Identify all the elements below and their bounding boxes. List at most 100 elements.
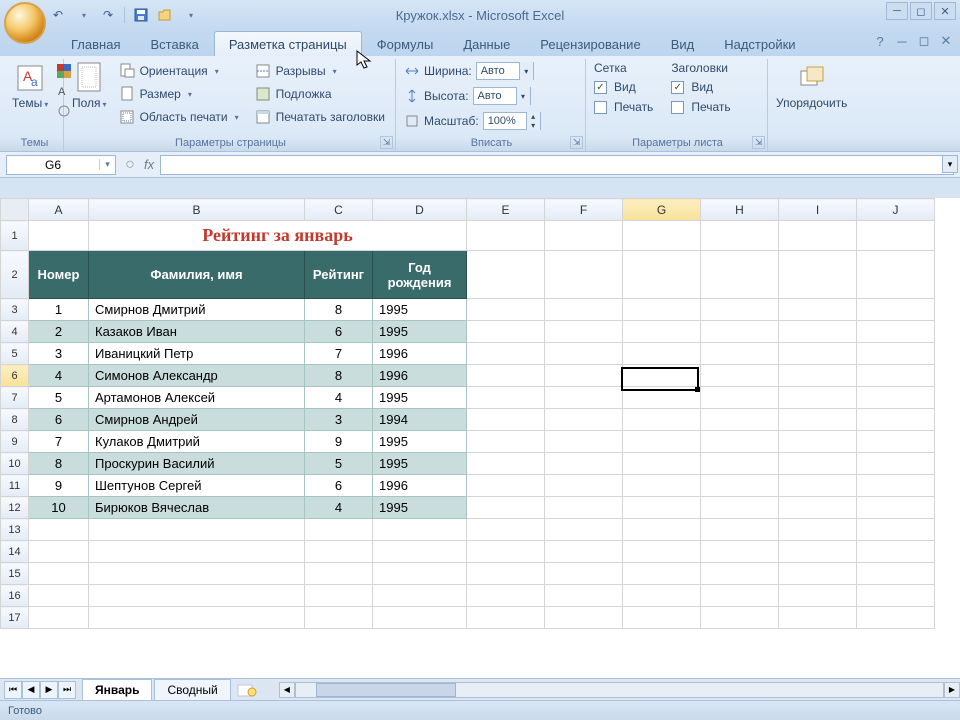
cell-H5[interactable] — [701, 343, 779, 365]
cell-D4[interactable]: 1995 — [373, 321, 467, 343]
cell-G15[interactable] — [623, 563, 701, 585]
cell-F6[interactable] — [545, 365, 623, 387]
cell-E10[interactable] — [467, 453, 545, 475]
cell-D6[interactable]: 1996 — [373, 365, 467, 387]
tab-nav-next[interactable]: ▶ — [40, 681, 58, 699]
cell-E17[interactable] — [467, 607, 545, 629]
cell-C5[interactable]: 7 — [305, 343, 373, 365]
close-button[interactable]: ✕ — [934, 2, 956, 20]
cell-E2[interactable] — [467, 251, 545, 299]
cell-B7[interactable]: Артамонов Алексей — [89, 387, 305, 409]
cell-I1[interactable] — [779, 221, 857, 251]
cell-B12[interactable]: Бирюков Вячеслав — [89, 497, 305, 519]
ribbon-tab-6[interactable]: Вид — [656, 31, 710, 56]
cell-A17[interactable] — [29, 607, 89, 629]
ribbon-tab-0[interactable]: Главная — [56, 31, 135, 56]
doc-close[interactable]: ✕ — [938, 33, 954, 49]
cell-H13[interactable] — [701, 519, 779, 541]
cell-I16[interactable] — [779, 585, 857, 607]
row-header-17[interactable]: 17 — [1, 607, 29, 629]
cell-F3[interactable] — [545, 299, 623, 321]
cell-D17[interactable] — [373, 607, 467, 629]
cell-A7[interactable]: 5 — [29, 387, 89, 409]
cell-G6[interactable] — [623, 365, 701, 387]
cell-A16[interactable] — [29, 585, 89, 607]
cell-C7[interactable]: 4 — [305, 387, 373, 409]
cell-C3[interactable]: 8 — [305, 299, 373, 321]
cell-F13[interactable] — [545, 519, 623, 541]
cell-F5[interactable] — [545, 343, 623, 365]
themes-icon[interactable]: Aa — [13, 61, 47, 95]
breaks-button[interactable]: Разрывы▾ — [251, 61, 341, 81]
margins-button[interactable]: Поля▾ — [72, 96, 107, 110]
headings-view-check[interactable]: ✓Вид — [671, 79, 713, 95]
cell-G5[interactable] — [623, 343, 701, 365]
save-button[interactable] — [131, 5, 151, 25]
col-header-D[interactable]: D — [373, 199, 467, 221]
cell-H4[interactable] — [701, 321, 779, 343]
col-header-E[interactable]: E — [467, 199, 545, 221]
cell-J3[interactable] — [857, 299, 935, 321]
cell-F15[interactable] — [545, 563, 623, 585]
cell-D12[interactable]: 1995 — [373, 497, 467, 519]
cell-C12[interactable]: 4 — [305, 497, 373, 519]
cell-F4[interactable] — [545, 321, 623, 343]
cell-J6[interactable] — [857, 365, 935, 387]
cell-H9[interactable] — [701, 431, 779, 453]
cell-I13[interactable] — [779, 519, 857, 541]
sheet-tab-0[interactable]: Январь — [82, 679, 152, 701]
cell-A9[interactable]: 7 — [29, 431, 89, 453]
cell-B16[interactable] — [89, 585, 305, 607]
cell-D3[interactable]: 1995 — [373, 299, 467, 321]
cell-A15[interactable] — [29, 563, 89, 585]
cell-I14[interactable] — [779, 541, 857, 563]
cell-B4[interactable]: Казаков Иван — [89, 321, 305, 343]
cell-C15[interactable] — [305, 563, 373, 585]
cell-G11[interactable] — [623, 475, 701, 497]
ribbon-tab-2[interactable]: Разметка страницы — [214, 31, 362, 56]
print-area-button[interactable]: Область печати▾ — [115, 107, 243, 127]
cell-E13[interactable] — [467, 519, 545, 541]
headings-print-check[interactable]: Печать — [671, 99, 730, 115]
cell-F7[interactable] — [545, 387, 623, 409]
worksheet-area[interactable]: ABCDEFGHIJ1 Рейтинг за январь2НомерФамил… — [0, 198, 960, 678]
cell-J16[interactable] — [857, 585, 935, 607]
cell-D11[interactable]: 1996 — [373, 475, 467, 497]
cell-J15[interactable] — [857, 563, 935, 585]
cell-H6[interactable] — [701, 365, 779, 387]
cell-D13[interactable] — [373, 519, 467, 541]
cell-H10[interactable] — [701, 453, 779, 475]
cell-B6[interactable]: Симонов Александр — [89, 365, 305, 387]
cell-B15[interactable] — [89, 563, 305, 585]
tab-nav-last[interactable]: ⏭ — [58, 681, 76, 699]
cell-G13[interactable] — [623, 519, 701, 541]
cell-H8[interactable] — [701, 409, 779, 431]
cell-G14[interactable] — [623, 541, 701, 563]
cell-C6[interactable]: 8 — [305, 365, 373, 387]
height-combo[interactable]: Авто▾ — [473, 87, 531, 105]
cell-J13[interactable] — [857, 519, 935, 541]
cell-F16[interactable] — [545, 585, 623, 607]
cell-A3[interactable]: 1 — [29, 299, 89, 321]
cell-B14[interactable] — [89, 541, 305, 563]
cell-G1[interactable] — [623, 221, 701, 251]
cell-D5[interactable]: 1996 — [373, 343, 467, 365]
maximize-button[interactable]: ◻ — [910, 2, 932, 20]
doc-minimize[interactable]: ─ — [894, 33, 910, 49]
cell-I5[interactable] — [779, 343, 857, 365]
name-box[interactable]: G6 ▾ — [6, 155, 116, 175]
cell-I15[interactable] — [779, 563, 857, 585]
cell-C10[interactable]: 5 — [305, 453, 373, 475]
arrange-button[interactable]: Упорядочить — [776, 96, 847, 110]
col-header-J[interactable]: J — [857, 199, 935, 221]
print-titles-button[interactable]: Печатать заголовки — [251, 107, 389, 127]
cell-J9[interactable] — [857, 431, 935, 453]
cell-C2[interactable]: Рейтинг — [305, 251, 373, 299]
horizontal-scrollbar[interactable]: ◀ ▶ — [279, 682, 960, 698]
col-header-A[interactable]: A — [29, 199, 89, 221]
sheet-tab-1[interactable]: Сводный — [154, 679, 230, 701]
row-header-1[interactable]: 1 — [1, 221, 29, 251]
col-header-B[interactable]: B — [89, 199, 305, 221]
arrange-icon[interactable] — [795, 61, 829, 95]
row-header-12[interactable]: 12 — [1, 497, 29, 519]
